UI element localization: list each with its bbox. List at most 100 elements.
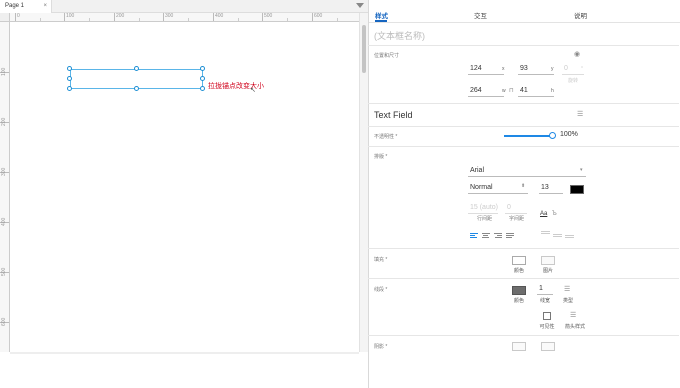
- border-label: 线段 *: [374, 287, 388, 293]
- ruler-tick: 200: [0, 118, 9, 126]
- cursor-icon: ↖: [250, 87, 256, 94]
- char-spacing-input[interactable]: 0: [507, 204, 511, 211]
- ruler-tick-label: 200: [1, 117, 7, 126]
- page-tab-label: Page 1: [5, 3, 25, 9]
- tab-interactions[interactable]: 交互: [474, 10, 487, 20]
- ruler-minor-tick: [287, 18, 288, 21]
- ruler-tick: 0: [15, 13, 20, 21]
- align-center-icon[interactable]: [482, 233, 490, 238]
- resize-handle-bottom[interactable]: [134, 86, 139, 91]
- arrow-style-label: 箭头样式: [564, 324, 585, 330]
- border-color-swatch[interactable]: [512, 286, 526, 295]
- ruler-tick-label: 400: [1, 217, 7, 226]
- visibility-icon[interactable]: [543, 312, 551, 320]
- char-spacing-underline: [505, 213, 527, 214]
- ruler-minor-tick: [139, 18, 140, 21]
- ruler-tick-label: 600: [1, 317, 7, 326]
- style-inspector-panel: 样式 交互 说明: [368, 0, 680, 388]
- horizontal-scrollbar[interactable]: [10, 352, 359, 354]
- align-left-icon[interactable]: [470, 233, 478, 238]
- page-tab[interactable]: Page 1 ×: [0, 0, 52, 13]
- font-family-select[interactable]: Arial: [470, 167, 484, 174]
- width-unit: w: [502, 88, 506, 94]
- divider: [368, 45, 679, 46]
- collapse-icon[interactable]: [356, 3, 364, 8]
- x-input-underline: [468, 74, 504, 75]
- chevron-down-icon[interactable]: ▾: [580, 167, 583, 173]
- align-justify-icon[interactable]: [506, 233, 514, 238]
- divider: [368, 126, 679, 127]
- tab-style[interactable]: 样式: [375, 10, 388, 20]
- font-size-input[interactable]: 13: [541, 184, 549, 191]
- valign-middle-icon[interactable]: [553, 234, 562, 239]
- resize-handle-top-right[interactable]: [200, 66, 205, 71]
- width-input-underline: [468, 96, 504, 97]
- resize-handle-top-left[interactable]: [67, 66, 72, 71]
- height-unit: h: [551, 88, 554, 94]
- border-width-label: 线宽: [539, 298, 550, 304]
- width-input[interactable]: 264: [470, 87, 482, 94]
- border-type-icon[interactable]: ☰: [564, 285, 570, 293]
- ruler-corner: [0, 13, 10, 22]
- valign-bottom-icon[interactable]: [565, 235, 574, 240]
- y-input[interactable]: 93: [520, 65, 528, 72]
- scrollbar-thumb[interactable]: [362, 25, 366, 73]
- resize-handle-bottom-left[interactable]: [67, 86, 72, 91]
- line-spacing-underline: [468, 213, 498, 214]
- vertical-scrollbar[interactable]: [359, 13, 368, 352]
- height-input[interactable]: 41: [520, 87, 528, 94]
- fill-color-swatch[interactable]: [512, 256, 526, 265]
- horizontal-ruler: 0 100 200 300 400 500 600: [10, 13, 359, 22]
- inner-shadow-icon[interactable]: [541, 342, 555, 351]
- outer-shadow-icon[interactable]: [512, 342, 526, 351]
- x-unit: x: [502, 66, 505, 72]
- eye-icon[interactable]: ◉: [574, 50, 580, 58]
- ruler-tick: 300: [163, 13, 173, 21]
- tab-notes[interactable]: 说明: [574, 10, 587, 20]
- ruler-minor-tick: [188, 18, 189, 21]
- ruler-tick: 500: [262, 13, 272, 21]
- resize-handle-bottom-right[interactable]: [200, 86, 205, 91]
- line-spacing-label: 行间距: [477, 216, 493, 222]
- lock-icon[interactable]: ⊓: [509, 87, 514, 94]
- opacity-slider-track[interactable]: [504, 135, 552, 137]
- stepper-icon[interactable]: ⬍: [521, 183, 525, 189]
- widget-name-input[interactable]: (文本框名称): [374, 29, 425, 42]
- opacity-value[interactable]: 100%: [560, 131, 578, 138]
- resize-handle-right[interactable]: [200, 76, 205, 81]
- ruler-tick: 600: [312, 13, 322, 21]
- position-size-label: 位置和尺寸: [374, 53, 400, 59]
- resize-handle-top[interactable]: [134, 66, 139, 71]
- ruler-tick-label: 100: [1, 67, 7, 76]
- ruler-minor-tick: [40, 18, 41, 21]
- fill-image-swatch[interactable]: [541, 256, 555, 265]
- text-shadow-icon[interactable]: Ъ: [552, 211, 557, 217]
- x-input[interactable]: 124: [470, 65, 482, 72]
- line-spacing-input[interactable]: 15 (auto): [470, 204, 498, 211]
- font-color-swatch[interactable]: [570, 185, 584, 194]
- rotation-underline: [562, 74, 584, 75]
- border-width-underline: [537, 294, 553, 295]
- rotation-input[interactable]: 0: [564, 65, 568, 72]
- rotation-label: 旋转: [568, 78, 579, 84]
- ruler-minor-tick: [238, 18, 239, 21]
- border-type-label: 类型: [562, 298, 573, 304]
- divider: [368, 103, 679, 104]
- font-size-underline: [539, 193, 563, 194]
- border-width-input[interactable]: 1: [539, 285, 543, 292]
- divider: [368, 146, 679, 147]
- fill-label: 填充 *: [374, 257, 388, 263]
- divider: [368, 248, 679, 249]
- y-input-underline: [518, 74, 554, 75]
- resize-handle-left[interactable]: [67, 76, 72, 81]
- font-style-select[interactable]: Normal: [470, 184, 493, 191]
- opacity-slider-knob[interactable]: [549, 132, 556, 139]
- text-effect-button[interactable]: Aa: [540, 211, 547, 217]
- ruler-tick: 500: [0, 268, 9, 276]
- style-menu-icon[interactable]: ☰: [577, 110, 583, 118]
- arrow-style-icon[interactable]: ☰: [570, 311, 576, 319]
- valign-top-icon[interactable]: [541, 231, 550, 236]
- close-icon[interactable]: ×: [43, 0, 47, 13]
- fill-color-label: 颜色: [513, 268, 524, 274]
- align-right-icon[interactable]: [494, 233, 502, 238]
